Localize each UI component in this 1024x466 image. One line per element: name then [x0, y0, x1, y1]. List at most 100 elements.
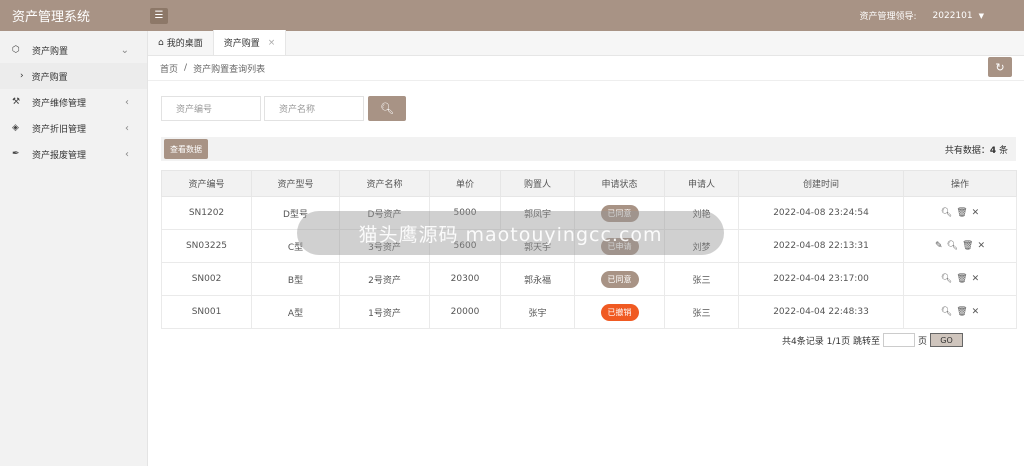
caret-down-icon[interactable]: ▼: [979, 12, 984, 20]
page-jump-input[interactable]: [882, 333, 915, 347]
status-badge: 已撤销: [600, 303, 639, 321]
cell-code: SN1202: [161, 196, 252, 230]
column-header: 单价: [429, 170, 501, 197]
cell-price: 20000: [429, 295, 501, 329]
chevron-right-icon: ›: [20, 71, 24, 81]
total-number: 4: [989, 145, 997, 156]
edit-icon[interactable]: ✎: [935, 241, 943, 251]
cell-code: SN002: [161, 262, 252, 296]
view-icon[interactable]: 🔍︎: [941, 307, 952, 317]
sidebar-item-depreciation[interactable]: ◈ 资产折旧管理 ‹: [0, 115, 147, 141]
cell-model: B型: [251, 262, 340, 296]
home-icon: ⌂: [158, 37, 164, 48]
total-unit: 条: [998, 145, 1008, 156]
cell-ops: 🔍︎ 🗑︎ ✕: [903, 295, 1017, 329]
total-count: 共有数据：4 条: [945, 143, 1016, 156]
cell-applicant: 张三: [664, 262, 739, 296]
sidebar-subitem-label: 资产购置: [31, 72, 68, 83]
column-header: 资产名称: [339, 170, 430, 197]
app-title: 资产管理系统: [12, 10, 91, 25]
view-icon[interactable]: 🔍︎: [947, 241, 958, 251]
cell-applicant: 张三: [664, 295, 739, 329]
close-icon[interactable]: ✕: [972, 307, 980, 317]
breadcrumb: 首页 / 资产购置查询列表 ↻: [148, 56, 1024, 81]
top-header: 资产管理系统 ☰ 资产管理领导: 2022101 ▼: [0, 0, 1024, 31]
column-header: 申请人: [664, 170, 739, 197]
close-icon[interactable]: ✕: [972, 274, 980, 284]
chevron-left-icon: ‹: [125, 96, 129, 108]
close-icon[interactable]: ✕: [972, 208, 980, 218]
tab-desktop[interactable]: ⌂ 我的桌面: [148, 30, 214, 55]
table-row: SN001 A型 1号资产 20000 张宇 已撤销 张三 2022-04-04…: [161, 295, 1017, 329]
close-icon[interactable]: ✕: [977, 241, 985, 251]
search-icon: 🔍︎: [380, 102, 394, 115]
close-icon[interactable]: ×: [268, 38, 276, 48]
go-button[interactable]: GO: [930, 333, 963, 347]
chevron-left-icon: ‹: [125, 122, 129, 134]
column-header: 资产编号: [161, 170, 252, 197]
view-icon[interactable]: 🔍︎: [941, 274, 952, 284]
sidebar-item-label: 资产购置: [32, 46, 69, 57]
column-header: 申请状态: [574, 170, 665, 197]
sidebar-item-label: 资产折旧管理: [32, 124, 87, 135]
table-row: SN002 B型 2号资产 20300 郭永福 已同意 张三 2022-04-0…: [161, 262, 1017, 296]
sidebar-item-purchase[interactable]: ⬡ 资产购置 ⌄: [0, 37, 147, 63]
view-data-button[interactable]: 查看数据: [164, 139, 208, 159]
breadcrumb-current: 资产购置查询列表: [193, 64, 266, 75]
user-menu[interactable]: 资产管理领导: 2022101 ▼: [859, 9, 1024, 23]
column-header: 资产型号: [251, 170, 340, 197]
cell-time: 2022-04-08 22:13:31: [738, 229, 904, 263]
table-header-row: 资产编号 资产型号 资产名称 单价 购置人 申请状态 申请人 创建时间 操作: [161, 170, 1017, 197]
sidebar-subitem-purchase[interactable]: › 资产购置: [0, 63, 147, 89]
pen-icon: ✒: [12, 149, 20, 159]
refresh-icon[interactable]: ↻: [988, 57, 1012, 77]
user-name[interactable]: 2022101: [933, 11, 973, 21]
sidebar-item-scrap[interactable]: ✒ 资产报废管理 ‹: [0, 141, 147, 167]
sidebar-item-label: 资产报废管理: [32, 150, 87, 161]
cell-model: A型: [251, 295, 340, 329]
status-badge: 已同意: [600, 270, 639, 288]
cube-icon: ⬡: [12, 45, 20, 55]
sidebar: ⬡ 资产购置 ⌄ › 资产购置 ⚒ 资产维修管理 ‹ ◈ 资产折旧管理 ‹ ✒ …: [0, 31, 148, 466]
delete-icon[interactable]: 🗑︎: [956, 307, 967, 317]
tab-label: 我的桌面: [166, 39, 203, 49]
cell-buyer: 张宇: [500, 295, 575, 329]
cell-ops: 🔍︎ 🗑︎ ✕: [903, 262, 1017, 296]
cell-code: SN001: [161, 295, 252, 329]
view-icon[interactable]: 🔍︎: [941, 208, 952, 218]
table-toolbar: 查看数据 共有数据：4 条: [161, 137, 1016, 161]
chevron-down-icon: ⌄: [120, 44, 129, 56]
delete-icon[interactable]: 🗑︎: [962, 241, 973, 251]
search-form: 资产编号 资产名称 🔍︎: [161, 96, 406, 121]
cell-code: SN03225: [161, 229, 252, 263]
page-suffix: 页: [917, 336, 927, 347]
cell-name: 2号资产: [339, 262, 430, 296]
watermark-overlay: 猫头鹰源码 maotouyingcc.com: [297, 211, 724, 255]
pagination: 共4条记录 1/1页 跳转至 页 GO: [782, 333, 963, 347]
breadcrumb-separator: /: [184, 63, 188, 73]
tools-icon: ⚒: [12, 97, 21, 107]
role-label: 资产管理领导:: [859, 12, 917, 22]
delete-icon[interactable]: 🗑︎: [956, 208, 967, 218]
cell-name: 1号资产: [339, 295, 430, 329]
pagination-summary: 共4条记录 1/1页 跳转至: [782, 336, 880, 347]
tab-bar: ⌂ 我的桌面 资产购置 ×: [148, 30, 1024, 56]
tab-asset-purchase[interactable]: 资产购置 ×: [213, 30, 287, 55]
cell-ops: 🔍︎ 🗑︎ ✕: [903, 196, 1017, 230]
sidebar-item-label: 资产维修管理: [32, 98, 87, 109]
cell-status: 已撤销: [574, 295, 665, 329]
tab-label: 资产购置: [223, 39, 260, 49]
layers-icon: ◈: [12, 123, 19, 133]
column-header: 操作: [903, 170, 1017, 197]
cell-time: 2022-04-04 22:48:33: [738, 295, 904, 329]
breadcrumb-home[interactable]: 首页: [160, 62, 178, 75]
asset-name-input[interactable]: 资产名称: [264, 96, 364, 121]
sidebar-item-repair[interactable]: ⚒ 资产维修管理 ‹: [0, 89, 147, 115]
cell-status: 已同意: [574, 262, 665, 296]
search-button[interactable]: 🔍︎: [368, 96, 406, 121]
cell-ops: ✎ 🔍︎ 🗑︎ ✕: [903, 229, 1017, 263]
asset-code-input[interactable]: 资产编号: [161, 96, 261, 121]
column-header: 购置人: [500, 170, 575, 197]
hamburger-icon[interactable]: ☰: [150, 7, 168, 24]
delete-icon[interactable]: 🗑︎: [956, 274, 967, 284]
